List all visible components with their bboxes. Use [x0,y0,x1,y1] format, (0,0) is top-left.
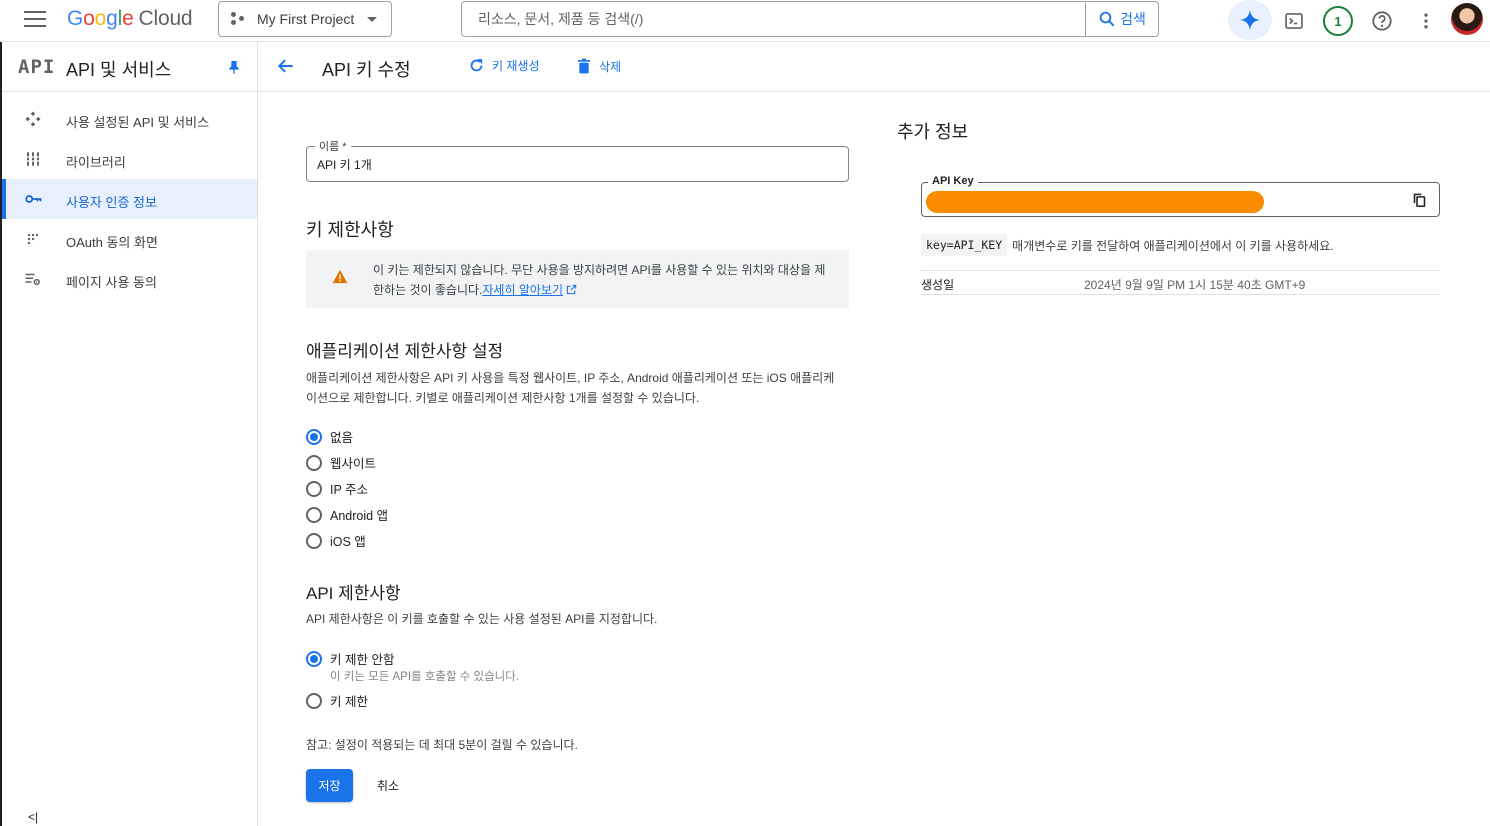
notification-count: 1 [1323,6,1353,36]
radio-app-android[interactable]: Android 앱 [306,505,388,524]
sidebar-item-enabled-apis[interactable]: 사용 설정된 API 및 서비스 [2,99,257,139]
name-field-label: 이름 * [315,138,351,154]
oauth-consent-icon [24,230,42,248]
open-in-new-icon [566,284,577,295]
api-restrictions-description: API 제한사항은 이 키를 호출할 수 있는 사용 설정된 API를 지정합니… [306,612,658,626]
name-field: 이름 * [306,138,849,182]
search-button[interactable]: 검색 [1085,2,1158,36]
delete-button[interactable]: 삭제 [576,57,621,75]
back-arrow-icon[interactable] [276,56,296,81]
sidebar-item-credentials[interactable]: 사용자 인증 정보 [2,179,257,219]
save-button[interactable]: 저장 [306,769,353,802]
radio-app-none[interactable]: 없음 [306,427,353,446]
sidebar-title: API 및 서비스 [66,60,172,80]
name-input[interactable] [307,147,848,181]
radio-unselected[interactable] [306,532,322,549]
cloud-shell-button[interactable] [1273,0,1315,42]
radio-api-restricted[interactable]: 키 제한 [306,691,368,710]
sidebar-item-page-usage[interactable]: 페이지 사용 동의 [2,259,257,299]
project-selector[interactable]: My First Project [218,1,392,37]
help-icon [1372,11,1392,31]
radio-unselected[interactable] [306,454,322,471]
radio-unselected[interactable] [306,692,322,709]
page-header: API 키 수정 키 재생성 삭제 [258,42,1490,92]
api-key-usage-hint: key=API_KEY 매개변수로 키를 전달하여 애플리케이션에서 이 키를 … [921,234,1334,256]
redacted-api-key [926,191,1264,213]
more-options-button[interactable] [1405,0,1447,42]
app-restrictions-description: 애플리케이션 제한사항은 API 키 사용을 특정 웹사이트, IP 주소, A… [306,371,835,405]
pin-icon[interactable] [226,58,242,81]
sidebar-item-oauth-consent[interactable]: OAuth 동의 화면 [2,219,257,259]
warning-icon [332,269,348,289]
radio-api-unrestricted[interactable]: 키 제한 안함 [306,649,394,668]
settings-note: 참고: 설정이 적용되는 데 최대 5분이 걸릴 수 있습니다. [306,738,578,752]
chevron-down-icon [367,17,377,22]
created-date-row: 생성일 2024년 9월 9일 PM 1시 15분 40초 GMT+9 [921,270,1440,295]
radio-unselected[interactable] [306,506,322,523]
radio-selected[interactable] [306,428,322,445]
sidebar-item-library[interactable]: 라이브러리 [2,139,257,179]
param-code: key=API_KEY [921,234,1008,256]
radio-app-ip[interactable]: IP 주소 [306,479,368,498]
search-input[interactable] [462,2,1085,36]
api-key-label: API Key [928,175,978,187]
copy-icon[interactable] [1412,192,1427,213]
api-key-field: API Key [921,175,1440,217]
search-icon [1099,11,1115,27]
account-avatar[interactable] [1451,3,1483,35]
gemini-sparkle-icon [1239,9,1261,31]
created-value: 2024년 9월 9일 PM 1시 15분 40초 GMT+9 [1084,278,1306,292]
library-icon [24,150,42,168]
refresh-icon [470,59,483,72]
notifications-button[interactable]: 1 [1317,0,1359,42]
unrestricted-hint: 이 키는 모든 API를 호출할 수 있습니다. [330,671,520,683]
main-menu-icon[interactable] [24,11,46,29]
enabled-apis-icon [24,110,42,128]
project-name: My First Project [257,11,355,27]
search-bar: 검색 [461,1,1159,37]
trash-icon [578,58,590,74]
created-label: 생성일 [921,278,955,292]
top-bar: GoogleCloud My First Project 검색 1 [0,0,1490,42]
app-restrictions-title: 애플리케이션 제한사항 설정 [306,342,504,361]
sidebar: API API 및 서비스 사용 설정된 API 및 서비스 라이브러리 사용자… [0,42,258,826]
google-cloud-logo[interactable]: Google Cloud [67,7,193,31]
cancel-button[interactable]: 취소 [364,769,412,802]
api-logo: API [18,56,56,78]
terminal-icon [1285,13,1303,29]
warning-text: 이 키는 제한되지 않습니다. 무단 사용을 방지하려면 API를 사용할 수 … [373,263,826,297]
radio-app-ios[interactable]: iOS 앱 [306,531,366,550]
help-button[interactable] [1361,0,1403,42]
key-restrictions-title: 키 제한사항 [306,220,394,240]
sidebar-header: API API 및 서비스 [2,42,257,92]
gemini-button[interactable] [1228,0,1272,40]
project-icon [231,12,247,26]
unrestricted-warning: 이 키는 제한되지 않습니다. 무단 사용을 방지하려면 API를 사용할 수 … [306,250,849,308]
more-vert-icon [1424,13,1428,29]
additional-info-title: 추가 정보 [897,122,969,142]
radio-selected[interactable] [306,650,322,667]
key-icon [24,190,42,208]
page-usage-icon [24,270,42,288]
radio-unselected[interactable] [306,480,322,497]
collapse-sidebar-button[interactable]: <| [28,810,38,824]
learn-more-link[interactable]: 자세히 알아보기 [482,283,577,297]
page-title: API 키 수정 [322,60,411,80]
radio-app-website[interactable]: 웹사이트 [306,453,376,472]
regenerate-key-button[interactable]: 키 재생성 [468,57,540,74]
api-restrictions-title: API 제한사항 [306,584,401,603]
